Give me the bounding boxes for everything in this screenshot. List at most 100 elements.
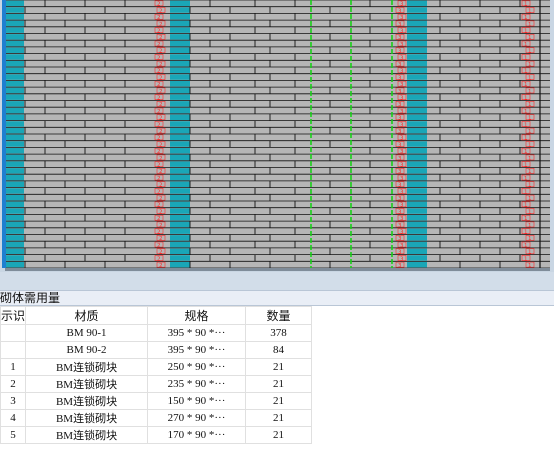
row-material-cell: BM连锁砌块 <box>25 358 149 376</box>
special-block <box>407 67 427 74</box>
row-qty-cell: 21 <box>245 426 313 444</box>
marker-label: 3 <box>400 82 404 88</box>
marker-label: 2 <box>157 230 161 236</box>
marker-label: 2 <box>159 236 163 242</box>
marker-label: 3 <box>398 75 402 81</box>
marker-label: 3 <box>400 2 404 8</box>
marker-label: 1 <box>524 163 528 169</box>
marker-label: 2 <box>159 8 163 14</box>
table-row[interactable]: BM 90-2 395 * 90 *··· 84 <box>0 341 313 359</box>
special-block <box>5 81 24 87</box>
special-block <box>170 134 190 141</box>
special-block <box>170 14 190 20</box>
table-row[interactable]: 1 BM连锁砌块 250 * 90 *··· 21 <box>0 358 313 376</box>
special-block <box>407 201 427 208</box>
marker-label: 3 <box>400 15 404 21</box>
marker-label: 2 <box>157 243 161 249</box>
special-block <box>407 161 427 167</box>
frame-left-edge <box>2 0 6 268</box>
marker-label: 1 <box>528 49 532 55</box>
table-row[interactable]: 5 BM连锁砌块 170 * 90 *··· 21 <box>0 426 313 444</box>
special-block <box>170 20 190 27</box>
special-block <box>407 127 427 134</box>
special-block <box>5 241 24 248</box>
special-block <box>170 87 190 94</box>
marker-label: 3 <box>400 136 404 142</box>
marker-label: 2 <box>159 156 163 162</box>
marker-label: 3 <box>398 116 402 122</box>
marker-label: 1 <box>524 55 528 61</box>
column-header-spec[interactable]: 规格 <box>147 306 247 325</box>
row-qty-cell: 378 <box>245 324 313 342</box>
special-block <box>5 255 24 261</box>
column-header-material[interactable]: 材质 <box>25 306 149 325</box>
marker-label: 2 <box>159 35 163 41</box>
marker-label: 2 <box>159 22 163 28</box>
special-block <box>5 0 24 7</box>
table-row[interactable]: BM 90-1 395 * 90 *··· 378 <box>0 324 313 342</box>
marker-label: 2 <box>157 2 161 8</box>
column-header-id[interactable]: 示识 <box>0 306 27 325</box>
special-block <box>5 194 24 201</box>
special-block <box>5 208 24 214</box>
special-block <box>407 114 427 120</box>
special-block <box>170 101 190 107</box>
marker-label: 2 <box>157 149 161 155</box>
wall-drawing-canvas[interactable]: 2 3 1 2 3 1 2 3 1 2 3 1 2 3 1 2 3 1 2 3 1 2 3 1 2 3 1 2 3 1 2 3 1 2 3 1 2 3 1 2… <box>0 0 554 290</box>
special-block <box>407 228 427 234</box>
special-block <box>170 141 190 147</box>
marker-label: 1 <box>528 183 532 189</box>
special-block <box>170 241 190 248</box>
row-spec-cell: 235 * 90 *··· <box>147 375 247 393</box>
special-block <box>5 228 24 234</box>
table-row[interactable]: 3 BM连锁砌块 150 * 90 *··· 21 <box>0 392 313 410</box>
special-block <box>407 194 427 201</box>
special-block <box>170 235 190 241</box>
marker-label: 2 <box>157 55 161 61</box>
row-spec-cell: 395 * 90 *··· <box>147 341 247 359</box>
special-block <box>407 81 427 87</box>
special-block <box>5 74 24 80</box>
special-block <box>5 94 24 100</box>
wall-drawing: 2 3 1 2 3 1 2 3 1 2 3 1 2 3 1 2 3 1 2 3 1 2 3 1 2 3 1 2 3 1 2 3 1 2 3 1 2 3 1 2… <box>0 0 554 290</box>
row-material-cell: BM连锁砌块 <box>25 375 149 393</box>
wall-base-line <box>5 268 550 271</box>
marker-label: 2 <box>157 122 161 128</box>
special-block <box>407 241 427 248</box>
marker-label: 2 <box>157 256 161 262</box>
column-header-qty[interactable]: 数量 <box>245 306 313 325</box>
marker-label: 3 <box>398 236 402 242</box>
special-block <box>5 261 24 268</box>
special-block <box>407 47 427 53</box>
marker-label: 3 <box>398 169 402 175</box>
marker-label: 3 <box>400 69 404 75</box>
row-spec-cell: 170 * 90 *··· <box>147 426 247 444</box>
special-block <box>5 34 24 40</box>
special-block <box>5 67 24 74</box>
marker-label: 3 <box>400 96 404 102</box>
row-id-cell <box>0 341 27 359</box>
marker-label: 1 <box>528 75 532 81</box>
table-row[interactable]: 4 BM连锁砌块 270 * 90 *··· 21 <box>0 409 313 427</box>
special-block <box>5 168 24 174</box>
marker-label: 1 <box>524 109 528 115</box>
special-block <box>170 121 190 127</box>
marker-label: 3 <box>400 42 404 48</box>
special-block <box>5 161 24 167</box>
special-block <box>170 201 190 208</box>
marker-label: 1 <box>528 35 532 41</box>
special-block <box>5 174 24 181</box>
row-qty-cell: 21 <box>245 409 313 427</box>
special-block <box>5 114 24 120</box>
row-qty-cell: 84 <box>245 341 313 359</box>
row-spec-cell: 395 * 90 *··· <box>147 324 247 342</box>
marker-label: 2 <box>159 49 163 55</box>
marker-label: 3 <box>398 129 402 135</box>
special-block <box>170 255 190 261</box>
special-block <box>407 188 427 194</box>
marker-label: 2 <box>157 136 161 142</box>
marker-label: 1 <box>524 189 528 195</box>
table-row[interactable]: 2 BM连锁砌块 235 * 90 *··· 21 <box>0 375 313 393</box>
row-spec-cell: 270 * 90 *··· <box>147 409 247 427</box>
row-spec-cell: 250 * 90 *··· <box>147 358 247 376</box>
